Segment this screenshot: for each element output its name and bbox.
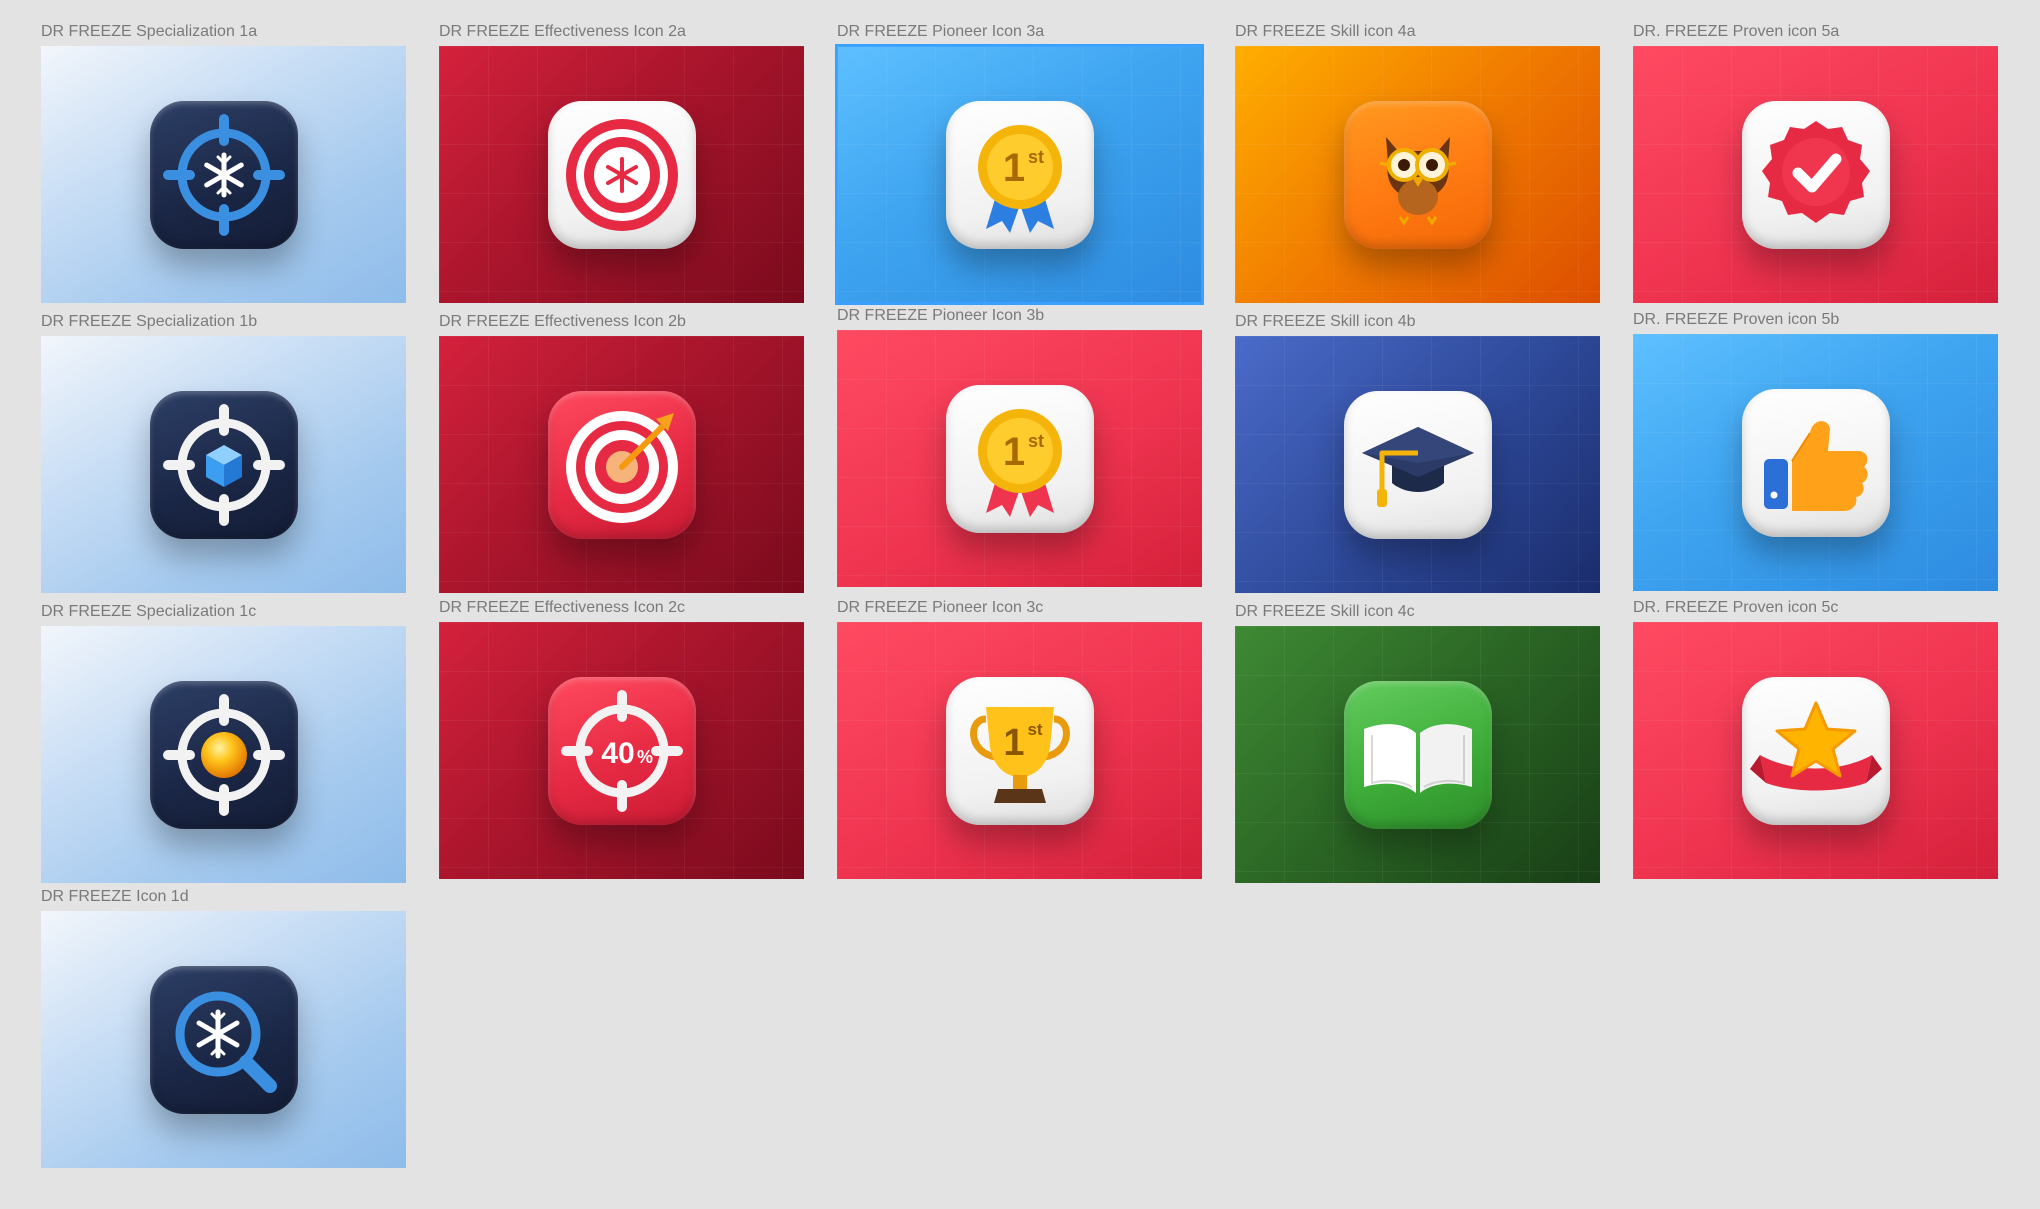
artboard-label[interactable]: DR FREEZE Pioneer Icon 3a [837,23,1044,41]
rank-number: 1 [1002,146,1024,190]
artboard-canvas[interactable] [1633,622,1998,879]
artboard-1c[interactable]: DR FREEZE Specialization 1c [41,603,406,883]
first-place-medal-blue-icon: 1 st [977,124,1062,233]
artboard-label[interactable]: DR FREEZE Specialization 1c [41,603,256,621]
artboard-canvas[interactable]: 1 st [835,44,1204,305]
artboard-3b[interactable]: DR FREEZE Pioneer Icon 3b 1 st [837,307,1202,587]
artboard-1a[interactable]: DR FREEZE Specialization 1a [41,23,406,303]
app-tile [1741,100,1890,249]
app-tile: 1 st [945,100,1094,249]
app-tile [547,390,696,539]
artboard-label[interactable]: DR FREEZE Specialization 1b [41,313,257,331]
open-book-icon [1363,723,1472,793]
app-tile: 1 st [945,676,1094,825]
artboard-label[interactable]: DR FREEZE Effectiveness Icon 2c [439,599,685,617]
artboard-label[interactable]: DR FREEZE Specialization 1a [41,23,257,41]
star-ribbon-icon [1749,701,1882,790]
rank-suffix: st [1027,720,1042,739]
app-tile [149,100,298,249]
artboard-canvas[interactable] [41,626,406,883]
magnifier-snowflake-icon [175,991,277,1093]
app-tile [149,390,298,539]
artboard-3a[interactable]: DR FREEZE Pioneer Icon 3a 1 st [835,23,1204,305]
artboard-4c[interactable]: DR FREEZE Skill icon 4c [1235,603,1600,883]
artboard-canvas[interactable] [439,46,804,303]
graduation-cap-icon [1361,426,1474,507]
artboard-canvas[interactable] [439,336,804,593]
artboard-5c[interactable]: DR. FREEZE Proven icon 5c [1633,599,1998,879]
app-tile [149,680,298,829]
first-place-medal-red-icon: 1 st [977,408,1062,517]
target-sphere-icon [162,693,285,816]
artboard-5a[interactable]: DR. FREEZE Proven icon 5a [1633,23,1998,303]
artboard-canvas[interactable] [41,911,406,1168]
artboard-canvas[interactable] [1633,334,1998,591]
percent-unit: % [636,747,652,767]
artboard-4b[interactable]: DR FREEZE Skill icon 4b [1235,313,1600,593]
artboard-2a[interactable]: DR FREEZE Effectiveness Icon 2a [439,23,804,303]
artboard-label[interactable]: DR. FREEZE Proven icon 5a [1633,23,1839,41]
percent-value: 40 [601,737,634,770]
app-tile [1343,680,1492,829]
artboard-2b[interactable]: DR FREEZE Effectiveness Icon 2b [439,313,804,593]
dart-target-icon [565,410,678,523]
target-snowflake-icon [162,113,285,236]
artboard-canvas[interactable] [41,336,406,593]
app-tile [1343,100,1492,249]
rank-number: 1 [1003,722,1024,764]
artboard-canvas[interactable]: 40 % [439,622,804,879]
artboard-4a[interactable]: DR FREEZE Skill icon 4a [1235,23,1600,303]
first-place-trophy-icon: 1 st [969,706,1070,803]
artboard-label[interactable]: DR FREEZE Pioneer Icon 3b [837,307,1044,325]
artboard-1d[interactable]: DR FREEZE Icon 1d [41,888,406,1168]
artboard-label[interactable]: DR. FREEZE Proven icon 5b [1633,311,1839,329]
app-tile [547,100,696,249]
rank-suffix: st [1027,147,1043,167]
artboard-canvas[interactable] [1235,46,1600,303]
rank-suffix: st [1027,431,1043,451]
artboard-3c[interactable]: DR FREEZE Pioneer Icon 3c 1 st [837,599,1202,879]
target-cube-icon [162,403,285,526]
app-tile [1343,390,1492,539]
artboard-5b[interactable]: DR. FREEZE Proven icon 5b [1633,311,1998,591]
owl-glasses-icon [1379,136,1456,226]
artboard-canvas[interactable] [1235,336,1600,593]
crosshair-percent-icon: 40 % [560,689,683,812]
artboard-2c[interactable]: DR FREEZE Effectiveness Icon 2c 40 % [439,599,804,879]
artboard-canvas[interactable]: 1 st [837,330,1202,587]
app-tile: 40 % [547,676,696,825]
thumbs-up-icon [1763,420,1868,511]
artboard-label[interactable]: DR. FREEZE Proven icon 5c [1633,599,1838,617]
artboard-label[interactable]: DR FREEZE Skill icon 4b [1235,313,1416,331]
app-tile [149,965,298,1114]
verified-check-badge-icon [1761,120,1870,223]
bullseye-snowflake-icon [565,118,678,231]
app-tile [1741,388,1890,537]
app-tile: 1 st [945,384,1094,533]
artboard-canvas[interactable] [1235,626,1600,883]
artboard-label[interactable]: DR FREEZE Pioneer Icon 3c [837,599,1043,617]
artboard-canvas[interactable] [41,46,406,303]
app-tile [1741,676,1890,825]
artboard-label[interactable]: DR FREEZE Effectiveness Icon 2a [439,23,686,41]
artboard-1b[interactable]: DR FREEZE Specialization 1b [41,313,406,593]
artboard-canvas[interactable]: 1 st [837,622,1202,879]
artboard-label[interactable]: DR FREEZE Skill icon 4c [1235,603,1415,621]
rank-number: 1 [1002,430,1024,474]
artboard-label[interactable]: DR FREEZE Effectiveness Icon 2b [439,313,686,331]
artboard-label[interactable]: DR FREEZE Skill icon 4a [1235,23,1416,41]
artboard-canvas[interactable] [1633,46,1998,303]
artboard-label[interactable]: DR FREEZE Icon 1d [41,888,189,906]
